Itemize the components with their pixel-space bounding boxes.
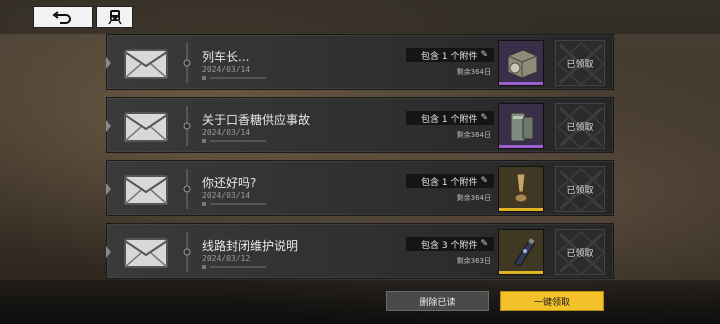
- row-separator: [183, 43, 191, 83]
- claimed-label: 已领取: [566, 185, 594, 196]
- back-arrow-icon: [52, 11, 71, 24]
- rarity-bar: [499, 82, 543, 85]
- mail-title: 线路封闭维护说明: [202, 239, 299, 253]
- cylinder-icon: [514, 173, 528, 203]
- paperclip-icon: ✎: [480, 176, 488, 186]
- attachment-badge: 包含 1 个附件 ✎: [406, 48, 494, 62]
- attachment-item[interactable]: [498, 103, 544, 149]
- envelope-icon: [124, 49, 168, 79]
- mail-date: 2024/03/14: [202, 191, 251, 200]
- remaining-days: 剩余364日: [456, 194, 491, 202]
- claimed-status: 已领取: [555, 229, 606, 276]
- claimed-label: 已领取: [566, 59, 594, 70]
- delete-read-button[interactable]: 删除已读: [386, 291, 489, 311]
- row-separator: [183, 106, 191, 146]
- rarity-bar: [499, 145, 543, 148]
- attachment-badge: 包含 1 个附件 ✎: [406, 111, 494, 125]
- back-button[interactable]: [33, 6, 93, 28]
- row-separator: [183, 232, 191, 272]
- rarity-bar: [499, 208, 543, 211]
- claimed-label: 已领取: [566, 248, 594, 259]
- mail-row[interactable]: 你还好吗? 2024/03/14 包含 1 个附件 ✎ 剩余364日 已领取: [106, 160, 614, 216]
- claimed-label: 已领取: [566, 122, 594, 133]
- rarity-bar: [499, 271, 543, 274]
- envelope-icon: [124, 238, 168, 268]
- mail-title: 列车长...: [202, 50, 250, 64]
- mail-title: 关于口香糖供应事故: [202, 113, 311, 127]
- row-notch: [106, 246, 111, 258]
- claim-all-button[interactable]: 一键领取: [500, 291, 604, 311]
- crate-icon: [507, 49, 538, 79]
- bottle-icon: [514, 238, 535, 267]
- paperclip-icon: ✎: [480, 50, 488, 60]
- attachment-count: 包含 1 个附件: [421, 51, 478, 62]
- row-notch: [106, 120, 111, 132]
- remaining-days: 剩余363日: [456, 257, 491, 265]
- attachment-badge: 包含 3 个附件 ✎: [406, 237, 494, 251]
- mail-title: 你还好吗?: [202, 176, 257, 190]
- claimed-status: 已领取: [555, 166, 606, 213]
- attachment-badge: 包含 1 个附件 ✎: [406, 174, 494, 188]
- attachment-count: 包含 1 个附件: [421, 114, 478, 125]
- footer-bar: [0, 280, 720, 324]
- mail-row[interactable]: 列车长... 2024/03/14 包含 1 个附件 ✎ 剩余364日 已领取: [106, 34, 614, 90]
- mail-subtext-decoration: [202, 76, 272, 80]
- row-separator: [183, 169, 191, 209]
- mail-subtext-decoration: [202, 139, 272, 143]
- mail-subtext-decoration: [202, 265, 272, 269]
- attachment-count: 包含 1 个附件: [421, 177, 478, 188]
- train-button[interactable]: [96, 6, 133, 28]
- mail-date: 2024/03/14: [202, 65, 251, 74]
- row-notch: [106, 183, 111, 195]
- claimed-status: 已领取: [555, 40, 606, 87]
- attachment-count: 包含 3 个附件: [421, 240, 478, 251]
- attachment-item[interactable]: [498, 229, 544, 275]
- mail-date: 2024/03/12: [202, 254, 251, 263]
- train-icon: [107, 10, 122, 25]
- paperclip-icon: ✎: [480, 113, 488, 123]
- mail-row[interactable]: 关于口香糖供应事故 2024/03/14 包含 1 个附件 ✎ 剩余364日 已领…: [106, 97, 614, 153]
- envelope-icon: [124, 112, 168, 142]
- mail-row[interactable]: 线路封闭维护说明 2024/03/12 包含 3 个附件 ✎ 剩余363日 已领取: [106, 223, 614, 279]
- remaining-days: 剩余364日: [456, 68, 491, 76]
- canister-icon: [510, 112, 534, 142]
- row-notch: [106, 57, 111, 69]
- attachment-item[interactable]: [498, 166, 544, 212]
- claimed-status: 已领取: [555, 103, 606, 150]
- mail-subtext-decoration: [202, 202, 272, 206]
- remaining-days: 剩余364日: [456, 131, 491, 139]
- mail-date: 2024/03/14: [202, 128, 251, 137]
- attachment-item[interactable]: [498, 40, 544, 86]
- paperclip-icon: ✎: [480, 239, 488, 249]
- envelope-icon: [124, 175, 168, 205]
